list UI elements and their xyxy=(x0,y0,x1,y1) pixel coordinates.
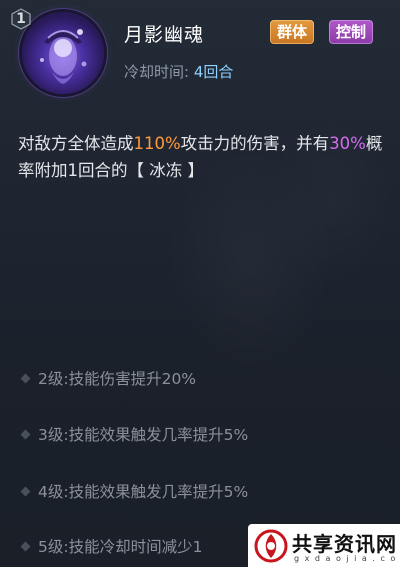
upgrade-item: 2级:技能伤害提升20% xyxy=(20,367,197,389)
upgrade-text: 3级:技能效果触发几率提升5% xyxy=(38,426,249,444)
upgrade-item: 3级:技能效果触发几率提升5% xyxy=(20,423,249,445)
diamond-bullet-icon xyxy=(20,486,31,496)
moon-ghost-icon xyxy=(22,12,104,94)
chance-percent: 30% xyxy=(329,134,366,153)
upgrade-text: 4级:技能效果触发几率提升5% xyxy=(38,483,249,501)
damage-percent: 110% xyxy=(133,134,181,153)
skill-tooltip-panel: 1 月影幽魂 冷却时间: 4回合 群体 控制 对敌方全体造成110%攻击力的伤害… xyxy=(0,0,400,567)
skill-level-number: 1 xyxy=(16,11,26,27)
tag-group: 群体 xyxy=(270,20,315,44)
diamond-bullet-icon xyxy=(20,429,31,439)
tag-control: 控制 xyxy=(329,20,374,44)
upgrade-item: 4级:技能效果触发几率提升5% xyxy=(20,480,249,502)
upgrade-text: 5级:技能冷却时间减少1 xyxy=(38,538,203,556)
upgrade-item: 5级:技能冷却时间减少1 xyxy=(20,535,203,557)
cooldown-info: 冷却时间: 4回合 xyxy=(124,61,233,82)
diamond-bullet-icon xyxy=(20,541,31,551)
skill-level-badge: 1 xyxy=(10,8,32,30)
cooldown-value: 4回合 xyxy=(193,63,234,81)
site-watermark: 共享资讯网 g x d a o j i a . c o m xyxy=(248,524,400,567)
skill-name: 月影幽魂 xyxy=(124,24,205,46)
watermark-url: g x d a o j i a . c o m xyxy=(294,554,400,563)
desc-text-1: 对敌方全体造成 xyxy=(18,134,134,153)
cooldown-label: 冷却时间: xyxy=(124,63,194,81)
desc-text-2: 攻击力的伤害，并有 xyxy=(180,134,330,153)
watermark-title: 共享资讯网 xyxy=(292,532,397,556)
site-logo-icon xyxy=(254,529,288,563)
diamond-bullet-icon xyxy=(20,373,31,383)
upgrade-text: 2级:技能伤害提升20% xyxy=(38,370,197,388)
skill-description: 对敌方全体造成110%攻击力的伤害，并有30%概率附加1回合的【 冰冻 】 xyxy=(18,130,383,184)
